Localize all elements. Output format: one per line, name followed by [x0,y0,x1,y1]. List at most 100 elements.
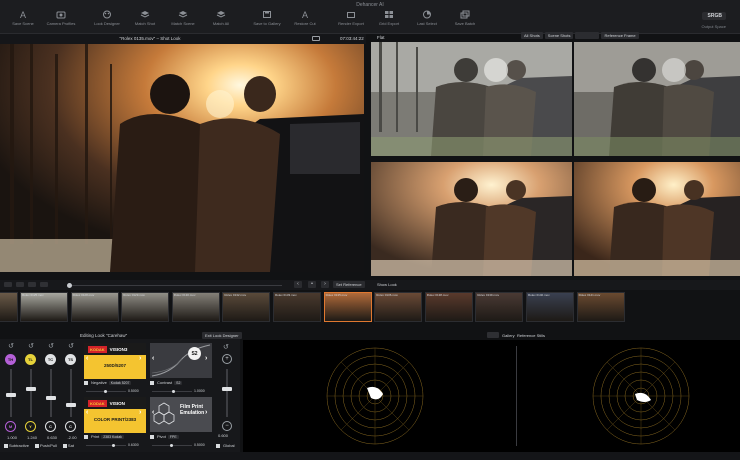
exit-look-designer-button[interactable]: Exit Look Designer [202,332,242,339]
slider-bottom-badge[interactable]: C [45,421,56,432]
slider-top-badge[interactable]: TS [65,354,76,365]
print-slider[interactable] [86,445,126,446]
minus-icon[interactable]: − [222,421,232,431]
tone-slider[interactable]: ↺ TC C 0.630 [42,343,62,453]
tab-scene-shots[interactable]: Scene Shots [544,32,574,39]
tool-restore-cut[interactable]: A Restore Cut [286,10,324,32]
clip-thumbnail[interactable]: Rolex 0139.mov [475,292,524,322]
slider-track[interactable] [70,369,72,417]
scrubber-handle[interactable] [67,283,72,288]
tool-match-scene[interactable]: Match Scene [164,10,202,32]
clip-thumbnail[interactable]: Rolex 0133.mov [273,292,321,322]
gallery-toggle[interactable] [487,332,499,338]
chevron-right-icon[interactable]: › [205,409,207,416]
tool-last-select[interactable]: Last Select [408,10,446,32]
clip-thumbnail[interactable]: Rolex 0132.mov [222,292,271,322]
tab-all-shots[interactable]: All Shots [521,32,543,39]
contrast-slider-handle[interactable] [172,390,175,393]
grid-thumb-2[interactable] [574,42,740,156]
tool-match-shot[interactable]: Match Shot [126,10,164,32]
chevron-right-icon[interactable]: › [139,409,141,416]
clip-thumbnail[interactable]: Rolex 0138.mov [424,292,473,322]
clip-thumbnail[interactable]: Rolex 0140.mov [526,292,574,322]
global-slider[interactable]: ↺ + − 0.600 [218,343,234,443]
next-shot-button[interactable]: › [321,281,329,288]
slider-bottom-badge[interactable]: Y [25,421,36,432]
clip-thumbnail[interactable]: Rolex 0135.mov [323,292,372,322]
tab-blank[interactable] [575,32,600,39]
color-space-selector[interactable]: SRGB Output Space [701,12,726,29]
pin-icon[interactable]: • [308,281,316,288]
negative-slider-handle[interactable] [104,390,107,393]
checkbox-subtractive[interactable]: Subtractive [4,443,29,448]
timeline-button-2[interactable] [16,282,24,287]
chevron-left-icon[interactable]: ‹ [152,355,154,362]
chevron-left-icon[interactable]: ‹ [152,409,154,416]
print-dropdown[interactable]: 2383 Kodak [101,434,124,439]
global-checkbox[interactable]: Global [216,443,235,448]
clip-thumbnail[interactable]: Rolex 0125.mov [20,292,68,322]
reset-icon[interactable]: ↺ [7,343,15,351]
main-viewer-image[interactable] [0,44,364,272]
tool-camera-profiles[interactable]: Camera Profiles [42,10,80,32]
timeline-button-1[interactable] [4,282,12,287]
tone-slider[interactable]: ↺ TH M 1.000 [2,343,22,453]
monitor-icon[interactable] [312,36,320,41]
tool-grid-export[interactable]: Grid Export [370,10,408,32]
checkbox-push-pull[interactable]: Push/Pull [35,443,57,448]
reset-icon[interactable]: ↺ [47,343,55,351]
slider-top-badge[interactable]: TL [25,354,36,365]
contrast-curve-card[interactable]: S2 ‹ › [150,343,212,378]
slider-track[interactable] [50,369,52,417]
global-slider-track[interactable] [226,369,228,417]
tool-save-batch[interactable]: Save Batch [446,10,484,32]
set-reference-button[interactable]: Set Reference [333,281,365,288]
slider-handle[interactable] [66,403,76,407]
plus-icon[interactable]: + [222,354,232,364]
tool-render-export[interactable]: Render Export [332,10,370,32]
gallery-tab[interactable]: Gallery [502,333,515,338]
clip-thumbnail[interactable] [0,292,18,322]
contrast-dropdown[interactable]: S2 [174,380,183,385]
clip-thumbnail[interactable]: Rolex 0128.mov [70,292,119,322]
slider-bottom-badge[interactable]: C [65,421,76,432]
checkbox-sat[interactable]: Sat [62,443,74,448]
tab-reference-frame[interactable]: Reference Frame [601,32,639,39]
chevron-right-icon[interactable]: › [205,355,207,362]
grid-thumb-flat[interactable] [371,42,572,156]
clip-thumbnail[interactable]: Rolex 0129.mov [121,292,170,322]
reset-icon[interactable]: ↺ [27,343,35,351]
color-space-value[interactable]: SRGB [701,12,726,20]
chevron-left-icon[interactable]: ‹ [86,355,88,362]
slider-bottom-badge[interactable]: M [5,421,16,432]
reset-icon[interactable]: ↺ [67,343,75,351]
print-film-card[interactable]: KODAK VISION COLOR PRINT/2383 ‹ › [84,397,146,433]
timeline-button-3[interactable] [28,282,36,287]
slider-top-badge[interactable]: TH [5,354,16,365]
tone-slider[interactable]: ↺ TS C -2.00 [62,343,82,453]
grid-thumb-4[interactable] [574,162,740,276]
slider-track[interactable] [30,369,32,417]
pivot-dropdown[interactable]: FPE [167,434,179,439]
pivot-slider-handle[interactable] [170,444,173,447]
slider-handle[interactable] [6,393,16,398]
timeline-scrubber[interactable] [72,285,282,286]
prev-shot-button[interactable]: ‹ [294,281,302,288]
clip-thumbnail[interactable]: Rolex 0130.mov [171,292,220,322]
tone-slider[interactable]: ↺ TL Y 1.240 [22,343,42,453]
film-print-emulation-card[interactable]: Film Print Emulation ‹ › [150,397,212,432]
tool-look-designer[interactable]: Look Designer [88,10,126,32]
chevron-right-icon[interactable]: › [139,355,141,362]
slider-handle[interactable] [46,395,56,400]
grid-thumb-3[interactable] [371,162,572,276]
clip-thumbnail[interactable]: Rolex 0141.mov [576,292,625,322]
tool-match-all[interactable]: Match All [202,10,240,32]
slider-top-badge[interactable]: TC [45,354,56,365]
tool-save-scene[interactable]: A Save Scene [4,10,42,32]
global-slider-handle[interactable] [222,387,232,391]
slider-handle[interactable] [26,387,36,392]
negative-film-card[interactable]: KODAK VISION3 250D/5207 ‹ › [84,343,146,379]
timeline-button-4[interactable] [40,282,48,287]
clip-thumbnail[interactable]: Rolex 0136.mov [374,292,423,322]
tool-save-to-gallery[interactable]: Save to Gallery [248,10,286,32]
